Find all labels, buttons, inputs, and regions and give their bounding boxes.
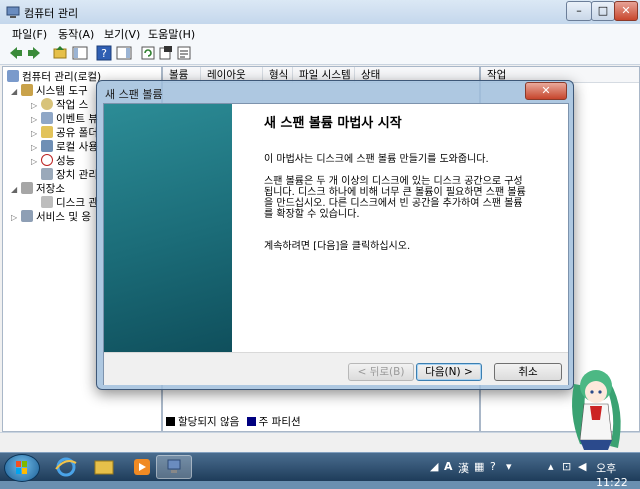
- export-icon[interactable]: [158, 45, 174, 61]
- legend-primary: 주 파티션: [258, 416, 301, 428]
- taskbar-media-player[interactable]: [124, 455, 160, 479]
- help-icon[interactable]: ?: [96, 45, 112, 61]
- users-icon: [41, 140, 53, 152]
- tree-item-root[interactable]: 컴퓨터 관리(로컬): [7, 69, 101, 84]
- services-icon: [21, 210, 33, 222]
- wizard-continue-text: 계속하려면 [다음]을 클릭하십시오.: [264, 241, 411, 252]
- disk-icon: [41, 196, 53, 208]
- ime-mode[interactable]: A: [444, 460, 453, 473]
- event-viewer-icon: [41, 112, 53, 124]
- tools-icon: [21, 84, 33, 96]
- tree-item-shared-folders[interactable]: ▷ 공유 폴더: [31, 125, 98, 140]
- tree-item-local-users[interactable]: ▷ 로컬 사용: [31, 139, 98, 154]
- expand-arrow-icon[interactable]: ▷: [11, 213, 19, 222]
- unallocated-swatch: [166, 417, 175, 426]
- disk-legend: 할당되지 않음 주 파티션: [166, 414, 301, 428]
- media-player-icon: [134, 459, 150, 475]
- back-icon[interactable]: [8, 45, 24, 61]
- wizard-desc-line-4: 를 확장할 수 있습니다.: [264, 209, 360, 220]
- tree-item-services[interactable]: ▷ 서비스 및 응: [11, 209, 91, 224]
- minimize-button[interactable]: –: [566, 1, 592, 21]
- tree-item-storage[interactable]: ◢ 저장소: [11, 181, 65, 196]
- wizard-desc-line-2: 됩니다. 디스크 하나에 비해 너무 큰 볼륨이 필요하면 스팬 볼륨: [264, 187, 526, 198]
- tree-item-device-manager[interactable]: 장치 관리: [41, 167, 98, 182]
- legend-unallocated: 할당되지 않음: [178, 416, 240, 428]
- computer-management-icon: [167, 459, 181, 473]
- folder-icon: [94, 460, 114, 475]
- menu-view[interactable]: 보기(V): [104, 26, 140, 42]
- ime-options-icon[interactable]: ▾: [506, 460, 512, 473]
- next-button[interactable]: 다음(N) >: [416, 363, 482, 381]
- dialog-title: 새 스팬 볼륨: [105, 88, 163, 101]
- taskbar: ◢ A 漢 ▦ ? ▾ ▴ ⊡ ◀ 오후 11:22: [0, 452, 640, 489]
- clock-icon: [41, 98, 53, 110]
- new-spanned-volume-dialog: 새 스팬 볼륨 ✕ 새 스팬 볼륨 마법사 시작 이 마법사는 디스크에 스팬 …: [96, 80, 574, 390]
- forward-icon[interactable]: [26, 45, 42, 61]
- mascot-image: [572, 370, 621, 450]
- computer-management-icon: [6, 6, 20, 18]
- storage-icon: [21, 182, 33, 194]
- wizard-side-banner: [104, 104, 232, 352]
- svg-text:?: ?: [101, 47, 107, 60]
- taskbar-internet-explorer[interactable]: [48, 455, 84, 479]
- menu-help[interactable]: 도움말(H): [148, 26, 195, 42]
- tree-item-system-tools[interactable]: ◢ 시스템 도구: [11, 83, 88, 98]
- show-hidden-icons[interactable]: ▴: [548, 460, 554, 473]
- clock-time[interactable]: 오후 11:22: [596, 460, 640, 489]
- windows-logo-icon: [16, 461, 27, 474]
- wizard-heading: 새 스팬 볼륨 마법사 시작: [264, 116, 402, 131]
- tree-item-performance[interactable]: ▷ 성능: [31, 153, 75, 168]
- collapse-arrow-icon[interactable]: ◢: [11, 185, 19, 194]
- volume-icon[interactable]: ◀: [578, 460, 586, 473]
- menu-file[interactable]: 파일(F): [12, 26, 47, 42]
- ime-hanja[interactable]: 漢: [458, 460, 469, 476]
- menu-bar: 파일(F) 동작(A) 보기(V) 도움말(H): [0, 24, 640, 43]
- expand-arrow-icon[interactable]: ▷: [31, 101, 39, 110]
- wizard-desc-line-1: 스팬 볼륨은 두 개 이상의 디스크에 있는 디스크 공간으로 구성: [264, 176, 523, 187]
- ime-icon[interactable]: ◢: [430, 460, 438, 473]
- status-bar: [0, 432, 640, 453]
- tree-item-event-viewer[interactable]: ▷ 이벤트 뷰: [31, 111, 98, 126]
- back-button[interactable]: < 뒤로(B): [348, 363, 414, 381]
- collapse-arrow-icon[interactable]: ◢: [11, 87, 19, 96]
- wizard-intro: 이 마법사는 디스크에 스팬 볼륨 만들기를 도와줍니다.: [264, 154, 489, 165]
- expand-arrow-icon[interactable]: ▷: [31, 129, 39, 138]
- shared-folder-icon: [41, 126, 53, 138]
- device-manager-icon: [41, 168, 53, 180]
- dialog-body: 새 스팬 볼륨 마법사 시작 이 마법사는 디스크에 스팬 볼륨 만들기를 도와…: [103, 103, 569, 385]
- ime-pad-icon[interactable]: ▦: [474, 460, 484, 473]
- title-bar[interactable]: 컴퓨터 관리 – □ ✕: [0, 0, 640, 25]
- up-icon[interactable]: [52, 45, 68, 61]
- start-button[interactable]: [4, 454, 40, 482]
- tree-item-task-scheduler[interactable]: ▷ 작업 스: [31, 97, 88, 112]
- close-button[interactable]: ✕: [614, 1, 638, 21]
- taskbar-computer-management[interactable]: [156, 455, 192, 479]
- taskbar-explorer[interactable]: [86, 455, 122, 479]
- refresh-icon[interactable]: [140, 45, 156, 61]
- expand-arrow-icon[interactable]: ▷: [31, 157, 39, 166]
- tree-item-disk-management[interactable]: 디스크 관: [41, 195, 98, 210]
- toolbar: ?: [0, 42, 640, 65]
- wizard-desc-line-3: 을 만드십시오. 다른 디스크에서 빈 공간을 추가하여 스팬 볼륨: [264, 198, 523, 209]
- cancel-button[interactable]: 취소: [494, 363, 562, 381]
- window-title: 컴퓨터 관리: [24, 7, 79, 20]
- expand-arrow-icon[interactable]: ▷: [31, 115, 39, 124]
- expand-arrow-icon[interactable]: ▷: [31, 143, 39, 152]
- network-icon[interactable]: ⊡: [562, 460, 571, 473]
- computer-icon: [7, 70, 19, 82]
- properties-icon[interactable]: [176, 45, 192, 61]
- show-hide-action-icon[interactable]: [116, 45, 132, 61]
- performance-icon: [41, 154, 53, 166]
- dialog-close-button[interactable]: ✕: [525, 82, 567, 100]
- wizard-footer: < 뒤로(B) 다음(N) > 취소: [104, 352, 568, 385]
- primary-partition-swatch: [246, 417, 256, 426]
- menu-action[interactable]: 동작(A): [58, 26, 94, 42]
- wizard-content: 새 스팬 볼륨 마법사 시작 이 마법사는 디스크에 스팬 볼륨 만들기를 도와…: [232, 104, 568, 352]
- ime-help-icon[interactable]: ?: [490, 460, 496, 473]
- maximize-button[interactable]: □: [591, 1, 615, 21]
- show-hide-tree-icon[interactable]: [72, 45, 88, 61]
- internet-explorer-icon: [55, 457, 77, 477]
